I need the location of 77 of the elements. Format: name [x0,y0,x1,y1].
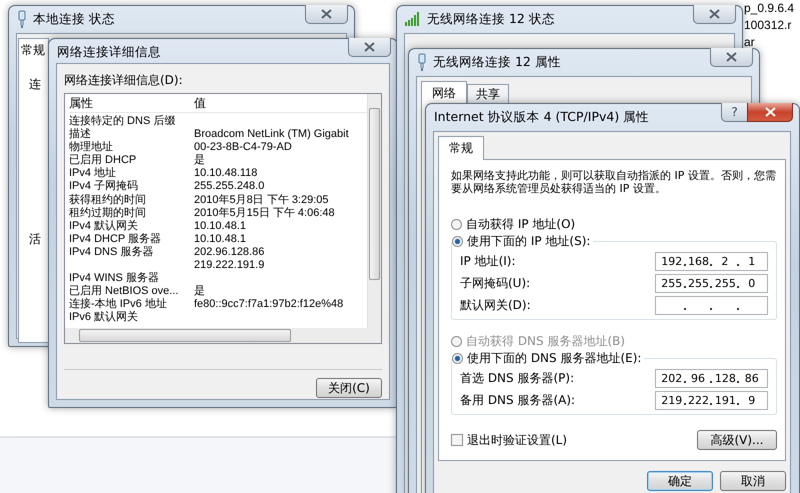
close-icon [726,52,737,62]
tab[interactable]: 常规 [18,38,49,62]
field-label: 首选 DNS 服务器(P): [460,370,574,386]
section-label: 活 [29,231,41,248]
column-header[interactable]: 属性 [69,95,194,112]
cancel-button[interactable]: 取消 [720,471,786,491]
close-dialog-button[interactable]: 关闭(C) [316,378,382,398]
close-button[interactable] [305,5,348,24]
ip-address-field[interactable]: 192 168 2 1 [655,252,768,270]
tab[interactable]: 网络 [421,81,467,105]
list-label: 网络连接详细信息(D): [64,72,184,89]
close-icon [764,107,776,117]
field-label: 子网掩码(U): [460,274,530,292]
checkbox[interactable]: 退出时验证设置(L) [451,432,568,448]
value-cell: fe80::9cc7:f7a1:97b2:f12e%48 [194,298,344,312]
property-cell-text: IPv4 DNS 服务器 [69,246,154,260]
property-cell-text: IPv4 地址 [69,167,118,180]
value-cell-text: 00-23-8B-C4-79-AD [194,141,292,154]
advanced-button[interactable]: 高级(V)... [697,430,777,450]
horizontal-scrollbar[interactable] [65,328,381,343]
window-title: 无线网络连接 12 属性 [433,54,561,70]
ip-address-field[interactable]: 202 96 128 86 [655,368,768,388]
description-text: 如果网络支持此功能，则可以获取自动指派的 IP 设置。否则，您需要从网络系统管理员处获得适当的 IP 设置。 [451,169,777,195]
window-title: 无线网络连接 12 状态 [427,10,555,28]
value-cell: 10.10.48.118 [194,167,258,180]
field-label: 备用 DNS 服务器(A): [460,392,576,408]
plug-icon [17,10,27,28]
value-cell: 是 [194,285,205,298]
tab[interactable]: 共享 [467,84,509,105]
property-cell-text: IPv4 WINS 服务器 [69,272,160,284]
plug-icon [417,53,427,71]
column-header[interactable]: 值 [194,95,206,112]
close-icon [364,42,375,52]
property-cell-text: IPv6 默认网关 [69,311,140,324]
property-cell-text: 已启用 DHCP [69,154,138,167]
tab[interactable]: 常规 [438,136,484,160]
close-button[interactable] [348,38,391,57]
property-cell-text: IPv4 DHCP 服务器 [69,232,162,246]
value-cell: 2010年5月8日 下午 3:29:05 [194,194,329,207]
property-cell-text: IPv4 默认网关 [69,220,140,233]
radio-button[interactable]: 自动获得 IP 地址(O) [451,215,777,233]
property-cell-text: 获得租约的时间 [69,194,147,207]
close-button[interactable] [693,5,736,24]
close-button[interactable] [747,103,793,122]
property-cell-text: 连接-本地 IPv6 地址 [69,298,168,310]
property-cell-text: 租约过期的时间 [69,206,147,220]
window-title: 网络连接详细信息 [57,44,161,60]
property-cell-text: IPv4 子网掩码 [69,180,140,194]
property-cell-text: 连接特定的 DNS 后缀 [69,115,176,128]
signal-bars-icon [405,12,421,26]
window-title: 本地连接 状态 [33,10,115,28]
close-button[interactable] [710,48,753,67]
value-cell: 10.10.48.1 [194,220,246,233]
value-cell: 2010年5月15日 下午 4:06:48 [194,206,335,220]
vertical-scrollbar[interactable] [367,94,381,328]
value-cell: 是 [194,154,205,168]
ip-address-field[interactable]: 255 255 255 0 [655,274,768,292]
window-title: Internet 协议版本 4 (TCP/IPv4) 属性 [434,108,650,126]
close-icon [709,9,720,19]
value-cell: 10.10.48.1 [194,232,246,246]
property-cell-text: 已启用 NetBIOS ove... [69,285,180,298]
ip-address-field[interactable]: 219 222 191 9 [655,390,768,410]
close-icon [321,9,332,19]
value-cell: 255.255.248.0 [194,180,264,194]
property-cell-text: 物理地址 [69,141,114,154]
field-label: 默认网关(D): [460,296,531,314]
ip-address-field[interactable] [655,296,768,314]
section-label: 连 [29,76,41,93]
property-cell-text: 描述 [69,128,92,141]
value-cell: 202.96.128.86 [194,246,264,260]
radio-button[interactable]: 使用下面的 DNS 服务器地址(E): [452,349,644,367]
value-cell: Broadcom NetLink (TM) Gigabit [194,128,349,142]
radio-button[interactable]: 使用下面的 IP 地址(S): [452,232,594,250]
value-cell: 219.222.191.9 [194,259,264,272]
ok-button[interactable]: 确定 [647,471,713,491]
field-label: IP 地址(I): [460,252,516,270]
help-button[interactable]: ? [721,103,747,122]
